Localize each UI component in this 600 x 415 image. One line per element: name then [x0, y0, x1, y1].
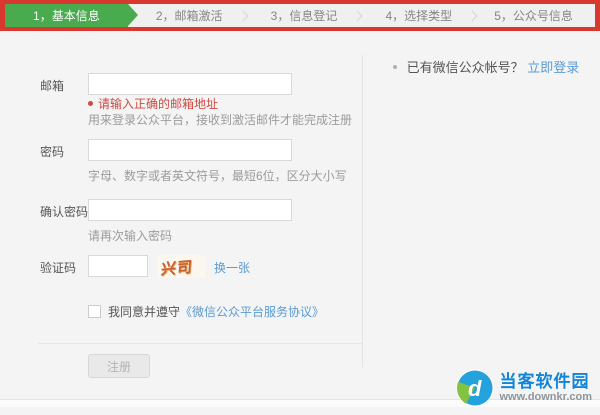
captcha-glyphs: 兴司	[160, 258, 194, 278]
stepper-step-1: 1，基本信息	[5, 4, 138, 27]
vertical-divider	[362, 55, 363, 367]
captcha-field[interactable]	[88, 255, 148, 277]
confirm-password-field[interactable]	[88, 199, 292, 221]
login-aside: 已有微信公众帐号？ 立即登录	[393, 57, 579, 76]
password-label: 密码	[40, 145, 65, 159]
agreement-row: 我同意并遵守 《微信公众平台服务协议》	[88, 303, 324, 320]
content-area: 邮箱 请输入正确的邮箱地址 用来登录公众平台，接收到激活邮件才能完成注册 密码 …	[0, 31, 600, 407]
register-button[interactable]: 注册	[88, 354, 150, 378]
confirm-password-label: 确认密码	[40, 205, 89, 219]
error-dot-icon	[88, 101, 93, 106]
email-error: 请输入正确的邮箱地址	[88, 95, 218, 112]
stepper-step-2: 2，邮箱激活	[155, 9, 223, 23]
captcha-image[interactable]: 兴司	[157, 255, 205, 278]
email-label: 邮箱	[40, 79, 65, 93]
bullet-icon	[393, 65, 397, 69]
wizard-stepper: 1，基本信息 2，邮箱激活 3，信息登记 4，选择类型 5，公众号信息	[5, 4, 595, 27]
login-link[interactable]: 立即登录	[527, 60, 579, 75]
email-field[interactable]	[88, 73, 292, 95]
captcha-label: 验证码	[40, 261, 77, 275]
watermark-url: www.downkr.com	[499, 390, 593, 403]
watermark-text: 当客软件园 www.downkr.com	[499, 371, 593, 404]
registration-page: 1，基本信息 2，邮箱激活 3，信息登记 4，选择类型 5，公众号信息 邮箱 请输入正确…	[0, 0, 600, 415]
stepper-step-3: 3，信息登记	[270, 9, 338, 23]
stepper-step-4: 4，选择类型	[385, 9, 453, 23]
password-field[interactable]	[88, 139, 292, 161]
aside-text: 已有微信公众帐号？	[406, 60, 524, 75]
password-help: 字母、数字或者英文符号，最短6位，区分大小写	[88, 169, 347, 183]
agreement-link[interactable]: 《微信公众平台服务协议》	[180, 303, 324, 320]
agreement-text: 我同意并遵守	[108, 305, 181, 319]
watermark: d 当客软件园 www.downkr.com	[456, 369, 593, 407]
captcha-refresh-link[interactable]: 换一张	[214, 259, 250, 276]
svg-text:d: d	[468, 376, 482, 401]
downkr-logo-icon: d	[456, 369, 493, 407]
email-error-text: 请输入正确的邮箱地址	[98, 97, 219, 111]
confirm-password-help: 请再次输入密码	[88, 229, 173, 243]
email-help: 用来登录公众平台，接收到激活邮件才能完成注册	[88, 113, 353, 127]
annotation-highlight-box: 1，基本信息 2，邮箱激活 3，信息登记 4，选择类型 5，公众号信息	[0, 0, 600, 31]
agreement-checkbox[interactable]	[88, 305, 101, 318]
watermark-title: 当客软件园	[499, 371, 590, 391]
stepper-step-5: 5，公众号信息	[494, 9, 573, 23]
form-divider	[38, 343, 362, 344]
